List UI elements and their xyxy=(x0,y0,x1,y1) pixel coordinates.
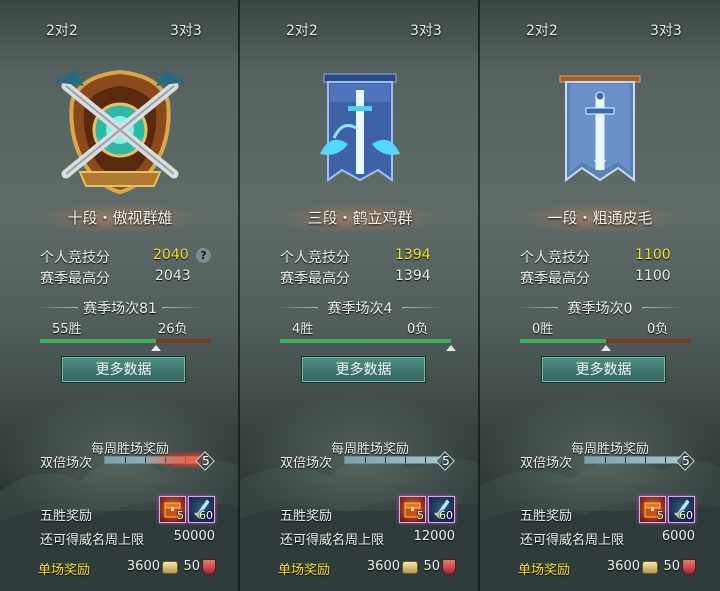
tab-3v3[interactable]: 3对3 xyxy=(650,20,682,40)
season-high-value: 1394 xyxy=(395,268,431,284)
win-loss-bar xyxy=(40,339,211,351)
ice-sword-icon[interactable]: 60 xyxy=(188,496,215,523)
double-matches-bar xyxy=(584,456,684,464)
season-high-value: 1100 xyxy=(635,268,671,284)
honor-shield-icon xyxy=(442,559,456,575)
fame-limit-label: 还可得威名周上限 xyxy=(520,533,625,548)
sword-count: 60 xyxy=(199,509,213,522)
rank-panel-1: 2对2 3对3 三段・鹤立鸡群 个人竞技分 1394 赛季最高分 1394 赛季… xyxy=(240,0,480,591)
losses-count: 0负 xyxy=(647,322,669,337)
tab-2v2[interactable]: 2对2 xyxy=(46,20,78,40)
season-matches-text: 赛季场次4 xyxy=(327,301,393,317)
personal-score-value: 1100 xyxy=(635,247,671,263)
more-data-button[interactable]: 更多数据 xyxy=(62,357,185,382)
rank-panel-0: 2对2 3对3 十段・傲视群雄 个人竞技分 2040 ? 赛季最高分 2043 … xyxy=(0,0,240,591)
rank-title: 一段・粗通皮毛 xyxy=(520,203,680,233)
more-data-button[interactable]: 更多数据 xyxy=(302,357,425,382)
treasure-chest-icon[interactable]: 5 xyxy=(639,496,666,523)
chest-count: 5 xyxy=(657,509,664,522)
double-matches-label: 双倍场次 xyxy=(40,456,93,471)
ice-sword-icon[interactable]: 60 xyxy=(428,496,455,523)
wins-count: 55胜 xyxy=(52,322,82,337)
personal-score-label: 个人竞技分 xyxy=(40,250,110,266)
honor-shield-icon xyxy=(682,559,696,575)
coin-reward-value: 3600 xyxy=(126,559,160,574)
honor-reward-value: 50 xyxy=(423,559,440,574)
single-match-reward-label: 单场奖励 xyxy=(278,563,331,578)
coin-reward-value: 3600 xyxy=(606,559,640,574)
personal-score-label: 个人竞技分 xyxy=(520,250,590,266)
arena-rank-screen: 2对2 3对3 十段・傲视群雄 个人竞技分 2040 ? 赛季最高分 2043 … xyxy=(0,0,720,591)
losses-count: 26负 xyxy=(158,322,188,337)
win-ratio-marker xyxy=(151,345,161,351)
double-count-badge: 5 xyxy=(196,452,216,470)
ice-sword-icon[interactable]: 60 xyxy=(668,496,695,523)
honor-reward-value: 50 xyxy=(183,559,200,574)
tab-2v2[interactable]: 2对2 xyxy=(526,20,558,40)
fame-limit-value: 6000 xyxy=(661,529,695,544)
losses-count: 0负 xyxy=(407,322,429,337)
coin-reward-value: 3600 xyxy=(366,559,400,574)
season-matches-text: 赛季场次81 xyxy=(83,301,157,317)
five-win-reward-label: 五胜奖励 xyxy=(520,509,573,524)
personal-score-label: 个人竞技分 xyxy=(280,250,350,266)
win-loss-bar xyxy=(520,339,691,351)
season-high-label: 赛季最高分 xyxy=(280,271,350,287)
fame-limit-value: 12000 xyxy=(413,529,455,544)
win-ratio-marker xyxy=(446,345,456,351)
double-matches-bar xyxy=(104,451,209,469)
fame-limit-label: 还可得威名周上限 xyxy=(40,533,145,548)
tab-3v3[interactable]: 3对3 xyxy=(170,20,202,40)
five-win-reward-label: 五胜奖励 xyxy=(40,509,93,524)
double-matches-label: 双倍场次 xyxy=(520,456,573,471)
single-match-reward-label: 单场奖励 xyxy=(38,563,91,578)
single-match-reward-label: 单场奖励 xyxy=(518,563,571,578)
double-matches-fill xyxy=(585,457,683,463)
more-data-button[interactable]: 更多数据 xyxy=(542,357,665,382)
double-matches-fill xyxy=(345,457,443,463)
tab-2v2[interactable]: 2对2 xyxy=(286,20,318,40)
help-icon[interactable]: ? xyxy=(196,248,211,263)
win-ratio-fill xyxy=(280,339,451,343)
rank-title: 三段・鹤立鸡群 xyxy=(280,203,440,233)
treasure-chest-icon[interactable]: 5 xyxy=(159,496,186,523)
rank-panel-2: 2对2 3对3 一段・粗通皮毛 个人竞技分 1100 赛季最高分 1100 赛季… xyxy=(480,0,720,591)
wins-count: 4胜 xyxy=(292,322,314,337)
chest-count: 5 xyxy=(417,509,424,522)
fame-limit-label: 还可得威名周上限 xyxy=(280,533,385,548)
season-high-label: 赛季最高分 xyxy=(520,271,590,287)
wins-count: 0胜 xyxy=(532,322,554,337)
crossed-swords-gold-shield-icon xyxy=(54,69,186,195)
win-ratio-marker xyxy=(601,345,611,351)
tab-3v3[interactable]: 3对3 xyxy=(410,20,442,40)
win-ratio-fill xyxy=(40,339,156,343)
double-matches-label: 双倍场次 xyxy=(280,456,333,471)
season-matches-header: 赛季场次81 xyxy=(28,298,212,318)
crane-sword-banner-icon xyxy=(320,73,400,182)
personal-score-value: 2040 xyxy=(153,247,189,263)
season-high-value: 2043 xyxy=(155,268,191,284)
season-matches-text: 赛季场次0 xyxy=(567,301,633,317)
sword-count: 60 xyxy=(679,509,693,522)
double-matches-bar xyxy=(344,456,444,464)
win-ratio-fill xyxy=(520,339,606,343)
personal-score-value: 1394 xyxy=(395,247,431,263)
fame-limit-value: 50000 xyxy=(173,529,215,544)
sword-count: 60 xyxy=(439,509,453,522)
treasure-chest-icon[interactable]: 5 xyxy=(399,496,426,523)
season-matches-header: 赛季场次0 xyxy=(508,298,692,318)
win-loss-bar xyxy=(280,339,456,351)
rank-title: 十段・傲视群雄 xyxy=(40,203,200,233)
honor-reward-value: 50 xyxy=(663,559,680,574)
double-count-badge: 5 xyxy=(676,452,696,470)
five-win-reward-label: 五胜奖励 xyxy=(280,509,333,524)
season-high-label: 赛季最高分 xyxy=(40,271,110,287)
season-matches-header: 赛季场次4 xyxy=(268,298,452,318)
honor-shield-icon xyxy=(202,559,216,575)
sword-banner-icon xyxy=(559,75,641,182)
double-count-badge: 5 xyxy=(436,452,456,470)
chest-count: 5 xyxy=(177,509,184,522)
